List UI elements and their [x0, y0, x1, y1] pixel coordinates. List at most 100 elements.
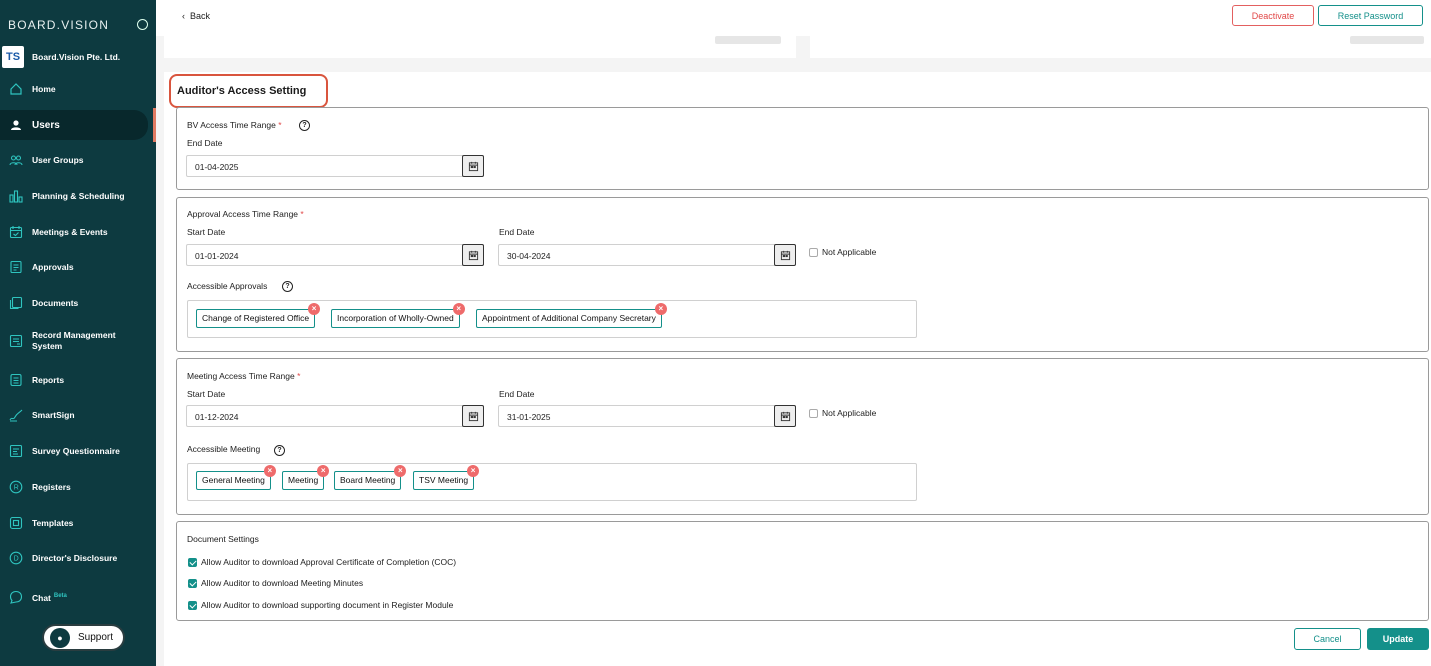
not-applicable-label: Not Applicable — [822, 247, 877, 257]
end-date-label: End Date — [499, 389, 535, 399]
collapse-sidebar-icon[interactable] — [137, 19, 148, 30]
help-icon[interactable]: ? — [274, 445, 285, 456]
sidebar-item-label: Home — [32, 83, 56, 94]
coc-download-checkbox[interactable] — [188, 558, 197, 567]
sidebar-item-users[interactable]: Users — [0, 110, 148, 140]
bv-access-label: BV Access Time Range * — [187, 120, 282, 130]
remove-tag-icon[interactable]: × — [654, 303, 667, 315]
sidebar-item-label: User Groups — [32, 154, 84, 165]
end-date-label: End Date — [499, 227, 535, 237]
brand[interactable]: BOARD.VISION — [8, 16, 148, 34]
support-button[interactable]: ● Support — [42, 624, 125, 651]
calendar-icon[interactable] — [774, 405, 796, 427]
approval-end-date-input[interactable]: 30-04-2024 — [498, 244, 796, 266]
bv-end-date-input[interactable]: 01-04-2025 — [186, 155, 484, 177]
svg-text:D: D — [14, 556, 19, 563]
minutes-download-checkbox[interactable] — [188, 579, 197, 588]
brand-logo: BOARD.VISION — [8, 18, 110, 32]
templates-icon — [9, 516, 23, 530]
sidebar-item-label: Record Management System — [32, 330, 116, 351]
calendar-icon[interactable] — [462, 405, 484, 427]
sidebar-item-label: Approvals — [32, 261, 74, 272]
remove-tag-icon[interactable]: × — [263, 465, 276, 477]
approval-start-date-input[interactable]: 01-01-2024 — [186, 244, 484, 266]
meeting-start-date-input[interactable]: 01-12-2024 — [186, 405, 484, 427]
remove-tag-icon[interactable]: × — [467, 465, 480, 477]
upper-card-left — [164, 30, 796, 58]
calendar-icon — [9, 225, 23, 239]
meeting-tag: TSV Meeting × — [413, 465, 480, 490]
sidebar-item-label: Meetings & Events — [32, 226, 108, 237]
approval-tag: Incorporation of Wholly-Owned × — [331, 303, 465, 328]
register-docs-download-label: Allow Auditor to download supporting doc… — [201, 600, 454, 610]
sidebar: BOARD.VISION TS Board.Vision Pte. Ltd. H… — [0, 0, 156, 666]
document-settings-panel: Document Settings Allow Auditor to downl… — [176, 521, 1429, 621]
sidebar-item-documents[interactable]: Documents — [0, 288, 156, 318]
upper-card-button-right[interactable] — [1350, 36, 1424, 44]
upper-card-button-left[interactable] — [715, 36, 781, 44]
sidebar-item-label: Templates — [32, 517, 74, 528]
user-groups-icon — [9, 153, 23, 167]
approval-tag: Change of Registered Office × — [196, 303, 321, 328]
cancel-button[interactable]: Cancel — [1294, 628, 1361, 650]
sidebar-item-smartsign[interactable]: SmartSign — [0, 400, 156, 430]
support-chat-icon: ● — [50, 627, 70, 648]
company-logo: TS — [2, 46, 24, 68]
sidebar-item-directors-disclosure[interactable]: D Director's Disclosure — [0, 543, 156, 573]
meeting-tag: General Meeting × — [196, 465, 276, 490]
document-settings-label: Document Settings — [187, 534, 259, 544]
approval-access-panel: Approval Access Time Range * Start Date … — [176, 197, 1429, 352]
meeting-end-date-input[interactable]: 31-01-2025 — [498, 405, 796, 427]
approval-access-label: Approval Access Time Range * — [187, 209, 304, 219]
start-date-label: Start Date — [187, 389, 226, 399]
update-button[interactable]: Update — [1367, 628, 1429, 650]
sidebar-item-survey[interactable]: Survey Questionnaire — [0, 436, 156, 466]
sidebar-item-registers[interactable]: R Registers — [0, 472, 156, 502]
signature-icon — [9, 408, 23, 422]
sidebar-item-templates[interactable]: Templates — [0, 508, 156, 538]
help-icon[interactable]: ? — [282, 281, 293, 292]
sidebar-item-meetings[interactable]: Meetings & Events — [0, 217, 156, 247]
survey-icon — [9, 444, 23, 458]
company-switcher[interactable]: TS Board.Vision Pte. Ltd. — [2, 46, 120, 68]
disclosure-icon: D — [9, 551, 23, 565]
sidebar-item-chat[interactable]: Chat Beta — [0, 582, 156, 612]
reset-password-button[interactable]: Reset Password — [1318, 5, 1423, 26]
svg-text:R: R — [14, 485, 19, 492]
sidebar-item-label: Planning & Scheduling — [32, 190, 125, 201]
sidebar-item-label: Reports — [32, 374, 65, 385]
calendar-icon[interactable] — [462, 155, 484, 177]
help-icon[interactable]: ? — [299, 120, 310, 131]
remove-tag-icon[interactable]: × — [452, 303, 465, 315]
sidebar-item-label: Documents — [32, 297, 79, 308]
record-icon — [9, 334, 23, 348]
approvals-tag-input[interactable]: Change of Registered Office × Incorporati… — [187, 300, 917, 338]
sidebar-item-reports[interactable]: Reports — [0, 365, 156, 395]
remove-tag-icon[interactable]: × — [317, 465, 330, 477]
sidebar-item-planning[interactable]: Planning & Scheduling — [0, 181, 156, 211]
calendar-icon[interactable] — [462, 244, 484, 266]
calendar-icon[interactable] — [774, 244, 796, 266]
sidebar-item-home[interactable]: Home — [0, 74, 156, 104]
chevron-left-icon: ‹ — [182, 11, 185, 21]
section-title: Auditor's Access Setting — [169, 74, 328, 108]
sidebar-item-label: Users — [32, 119, 60, 131]
sidebar-item-approvals[interactable]: Approvals — [0, 252, 156, 282]
home-icon — [9, 82, 23, 96]
sidebar-item-label: Survey Questionnaire — [32, 445, 120, 456]
deactivate-button[interactable]: Deactivate — [1232, 5, 1314, 26]
meeting-tag: Meeting × — [282, 465, 330, 490]
sidebar-item-label: Chat Beta — [32, 591, 142, 604]
remove-tag-icon[interactable]: × — [308, 303, 321, 315]
remove-tag-icon[interactable]: × — [394, 465, 407, 477]
register-docs-download-checkbox[interactable] — [188, 601, 197, 610]
sidebar-item-user-groups[interactable]: User Groups — [0, 145, 156, 175]
sidebar-item-record-management[interactable]: Record Management System — [0, 326, 156, 356]
meetings-tag-input[interactable]: General Meeting × Meeting × Board Meeting ×… — [187, 463, 917, 501]
back-link[interactable]: ‹ Back — [182, 11, 210, 21]
meeting-not-applicable-checkbox[interactable] — [809, 409, 818, 418]
approval-not-applicable-checkbox[interactable] — [809, 248, 818, 257]
approval-icon — [9, 260, 23, 274]
meeting-access-label: Meeting Access Time Range * — [187, 371, 301, 381]
company-name: Board.Vision Pte. Ltd. — [32, 52, 121, 62]
